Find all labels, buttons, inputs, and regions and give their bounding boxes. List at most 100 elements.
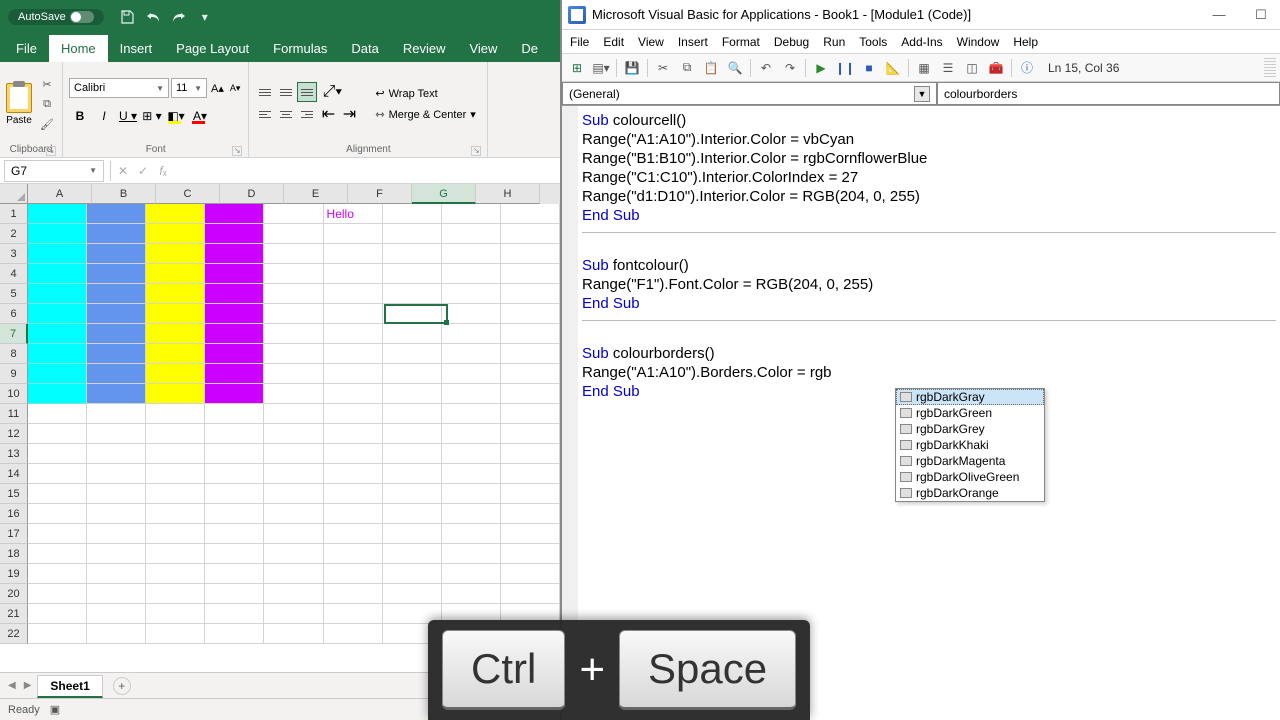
cell[interactable] <box>324 504 383 524</box>
cell[interactable] <box>87 464 146 484</box>
menu-edit[interactable]: Edit <box>603 35 624 49</box>
cell[interactable] <box>205 204 264 224</box>
menu-file[interactable]: File <box>570 35 589 49</box>
row-header[interactable]: 19 <box>0 564 28 584</box>
row-header[interactable]: 16 <box>0 504 28 524</box>
row-header[interactable]: 2 <box>0 224 28 244</box>
row-header[interactable]: 13 <box>0 444 28 464</box>
cell[interactable] <box>264 624 323 644</box>
intellisense-item[interactable]: rgbDarkGrey <box>896 421 1044 437</box>
cell[interactable] <box>383 304 442 324</box>
column-header[interactable]: F <box>348 184 412 204</box>
intellisense-item[interactable]: rgbDarkGreen <box>896 405 1044 421</box>
clipboard-launcher-icon[interactable]: ↘ <box>46 146 56 156</box>
cell[interactable] <box>28 224 87 244</box>
cut-icon[interactable]: ✂ <box>38 76 56 92</box>
copy-icon[interactable]: ⧉ <box>676 57 698 79</box>
cell[interactable] <box>383 384 442 404</box>
cell[interactable] <box>324 244 383 264</box>
undo-icon[interactable] <box>144 8 162 26</box>
row-header[interactable]: 20 <box>0 584 28 604</box>
cell[interactable] <box>501 384 560 404</box>
cell[interactable] <box>442 344 501 364</box>
cell[interactable] <box>264 224 323 244</box>
cell[interactable] <box>146 424 205 444</box>
cell[interactable] <box>28 304 87 324</box>
formula-input[interactable] <box>173 160 560 182</box>
cell[interactable] <box>205 524 264 544</box>
row-header[interactable]: 15 <box>0 484 28 504</box>
find-icon[interactable]: 🔍 <box>724 57 746 79</box>
cell[interactable] <box>501 544 560 564</box>
column-header[interactable]: H <box>476 184 540 204</box>
cell[interactable] <box>28 204 87 224</box>
cell[interactable] <box>205 604 264 624</box>
row-header[interactable]: 21 <box>0 604 28 624</box>
column-header[interactable]: C <box>156 184 220 204</box>
cut-icon[interactable]: ✂ <box>652 57 674 79</box>
cell[interactable] <box>264 444 323 464</box>
menu-help[interactable]: Help <box>1013 35 1038 49</box>
align-right-icon[interactable] <box>297 104 317 124</box>
cell[interactable] <box>264 424 323 444</box>
cell[interactable] <box>87 484 146 504</box>
cell[interactable] <box>87 424 146 444</box>
cell[interactable] <box>146 244 205 264</box>
cell[interactable] <box>28 344 87 364</box>
cell[interactable] <box>501 524 560 544</box>
cell[interactable] <box>264 584 323 604</box>
menu-window[interactable]: Window <box>957 35 1000 49</box>
font-name-select[interactable]: Calibri▼ <box>69 78 169 98</box>
cell[interactable] <box>264 264 323 284</box>
cell[interactable] <box>87 624 146 644</box>
cell[interactable] <box>383 484 442 504</box>
cell[interactable] <box>205 384 264 404</box>
cell[interactable] <box>324 604 383 624</box>
cell[interactable] <box>28 584 87 604</box>
cell[interactable] <box>501 424 560 444</box>
cell[interactable] <box>264 204 323 224</box>
row-header[interactable]: 22 <box>0 624 28 644</box>
cell[interactable] <box>501 224 560 244</box>
cell[interactable] <box>146 524 205 544</box>
cell[interactable] <box>28 384 87 404</box>
break-icon[interactable]: ❙❙ <box>834 57 856 79</box>
design-mode-icon[interactable]: 📐 <box>882 57 904 79</box>
save-icon[interactable]: 💾 <box>621 57 643 79</box>
cell[interactable] <box>205 344 264 364</box>
cell[interactable] <box>146 444 205 464</box>
cell[interactable] <box>205 624 264 644</box>
cell[interactable] <box>324 524 383 544</box>
intellisense-item[interactable]: rgbDarkOliveGreen <box>896 469 1044 485</box>
cell[interactable] <box>324 464 383 484</box>
row-header[interactable]: 9 <box>0 364 28 384</box>
select-all-triangle[interactable] <box>0 184 28 204</box>
font-launcher-icon[interactable]: ↘ <box>232 146 242 156</box>
cell[interactable] <box>87 344 146 364</box>
cell[interactable] <box>264 524 323 544</box>
cell[interactable] <box>146 204 205 224</box>
align-middle-icon[interactable] <box>276 82 296 102</box>
row-header[interactable]: 7 <box>0 324 28 344</box>
column-header[interactable]: B <box>92 184 156 204</box>
sheet-nav-left-icon[interactable]: ◀ <box>6 680 18 691</box>
cell[interactable] <box>87 444 146 464</box>
cell[interactable] <box>442 384 501 404</box>
cell[interactable] <box>146 544 205 564</box>
cell[interactable] <box>442 424 501 444</box>
cell[interactable] <box>501 364 560 384</box>
cell[interactable] <box>383 424 442 444</box>
row-header[interactable]: 14 <box>0 464 28 484</box>
cell[interactable] <box>205 284 264 304</box>
cell[interactable] <box>324 264 383 284</box>
cell[interactable] <box>28 444 87 464</box>
row-headers[interactable]: 12345678910111213141516171819202122 <box>0 204 28 644</box>
increase-indent-icon[interactable]: ⇥ <box>339 104 359 124</box>
tab-view[interactable]: View <box>457 35 509 62</box>
sheet-nav-right-icon[interactable]: ▶ <box>22 680 34 691</box>
tab-file[interactable]: File <box>4 35 49 62</box>
insert-function-icon[interactable]: fₓ <box>153 161 173 181</box>
column-header[interactable]: D <box>220 184 284 204</box>
font-color-button[interactable]: A ▾ <box>189 106 211 126</box>
cell[interactable] <box>442 524 501 544</box>
